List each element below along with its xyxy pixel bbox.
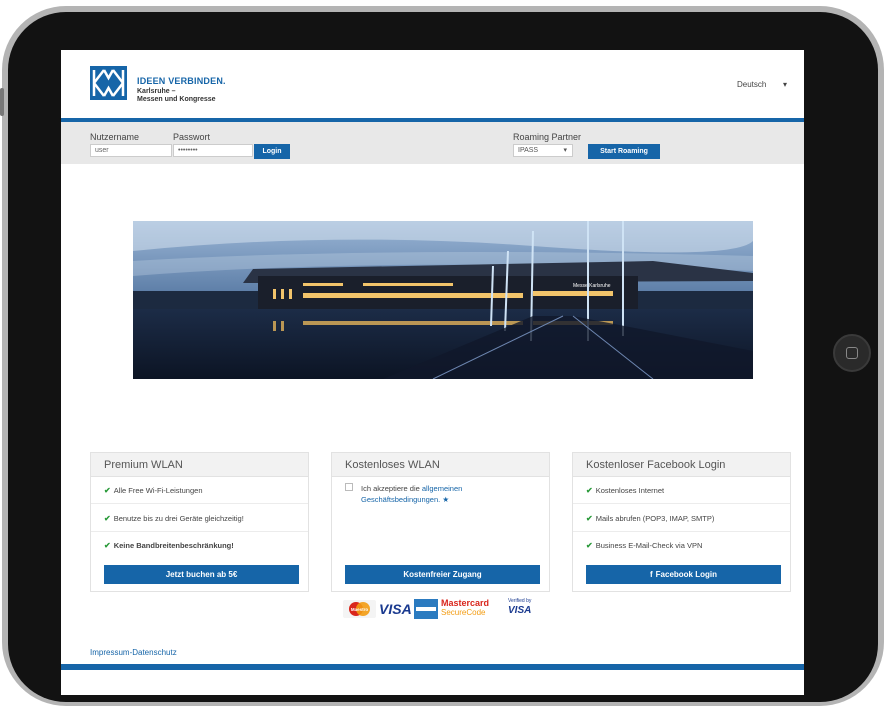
login-button[interactable]: Login — [254, 144, 290, 159]
login-strip: Nutzername user Passwort •••••••• Login … — [61, 122, 804, 164]
check-icon: ✔ — [104, 486, 111, 495]
brand-subtitle-1: Karlsruhe – — [137, 88, 176, 95]
facebook-login-button[interactable]: f Facebook Login — [586, 565, 781, 584]
free-wlan-card: Kostenloses WLAN Ich akzeptiere die allg… — [331, 452, 550, 592]
book-premium-button[interactable]: Jetzt buchen ab 5€ — [104, 565, 299, 584]
device-home-button — [833, 334, 871, 372]
feature-item: ✔ Alle Free Wi-Fi-Leistungen — [104, 486, 203, 495]
feature-item: ✔ Kostenloses Internet — [586, 486, 665, 495]
chevron-down-icon[interactable]: ▾ — [783, 80, 787, 89]
maestro-logo: Maestro — [343, 598, 376, 620]
roaming-partner-select[interactable]: IPASS ▾ — [513, 144, 573, 157]
check-icon: ✔ — [104, 541, 111, 550]
feature-item: ✔ Business E-Mail-Check via VPN — [586, 541, 703, 550]
page-header: IDEEN VERBINDEN. Karlsruhe – Messen und … — [61, 50, 804, 118]
password-label: Passwort — [173, 132, 211, 142]
divider — [573, 531, 790, 532]
terms-checkbox[interactable] — [345, 483, 353, 491]
free-access-button[interactable]: Kostenfreier Zugang — [345, 565, 540, 584]
footer-bar — [61, 664, 804, 670]
impressum-link[interactable]: Impressum-Datenschutz — [90, 648, 177, 657]
mastercard-securecode-logo: Mastercard SecureCode — [441, 598, 490, 617]
roaming-label: Roaming Partner — [513, 132, 582, 142]
brand-tagline: IDEEN VERBINDEN. — [137, 76, 226, 86]
card-title: Kostenloser Facebook Login — [573, 453, 790, 477]
divider — [91, 531, 308, 532]
card-title: Premium WLAN — [91, 453, 308, 477]
svg-text:Messe Karlsruhe: Messe Karlsruhe — [573, 283, 611, 289]
language-select[interactable]: Deutsch — [737, 80, 766, 89]
check-icon: ✔ — [104, 514, 111, 523]
password-input[interactable]: •••••••• — [173, 144, 253, 157]
screen: IDEEN VERBINDEN. Karlsruhe – Messen und … — [61, 50, 804, 695]
feature-item: ✔ Keine Bandbreitenbeschränkung! — [104, 541, 234, 550]
brand-subtitle-2: Messen und Kongresse — [137, 96, 216, 103]
start-roaming-button[interactable]: Start Roaming — [588, 144, 660, 159]
feature-item: ✔ Benutze bis zu drei Geräte gleichzeitig… — [104, 514, 244, 523]
username-input[interactable]: user — [90, 144, 172, 157]
chevron-down-icon: ▾ — [563, 147, 567, 154]
kmk-logo — [90, 66, 127, 100]
check-icon: ✔ — [586, 541, 593, 550]
check-icon: ✔ — [586, 486, 593, 495]
visa-logo: VISA — [379, 601, 412, 617]
verified-by-visa-logo: Verified by VISA — [508, 598, 532, 616]
divider — [91, 503, 308, 504]
username-label: Nutzername — [90, 132, 140, 142]
hero-image: Messe Karlsruhe — [133, 221, 753, 379]
svg-text:Maestro: Maestro — [351, 607, 369, 612]
device-side-button — [0, 88, 4, 116]
amex-logo — [414, 598, 438, 620]
terms-text: Ich akzeptiere die allgemeinen Geschäfts… — [361, 484, 463, 504]
facebook-login-card: Kostenloser Facebook Login ✔ Kostenloses … — [572, 452, 791, 592]
card-title: Kostenloses WLAN — [332, 453, 549, 477]
divider — [573, 503, 790, 504]
roaming-partner-value: IPASS — [518, 147, 539, 154]
check-icon: ✔ — [586, 514, 593, 523]
premium-wlan-card: Premium WLAN ✔ Alle Free Wi-Fi-Leistungen… — [90, 452, 309, 592]
facebook-icon: f — [649, 570, 653, 579]
feature-item: ✔ Mails abrufen (POP3, IMAP, SMTP) — [586, 514, 715, 523]
star-icon: ★ — [442, 495, 450, 504]
